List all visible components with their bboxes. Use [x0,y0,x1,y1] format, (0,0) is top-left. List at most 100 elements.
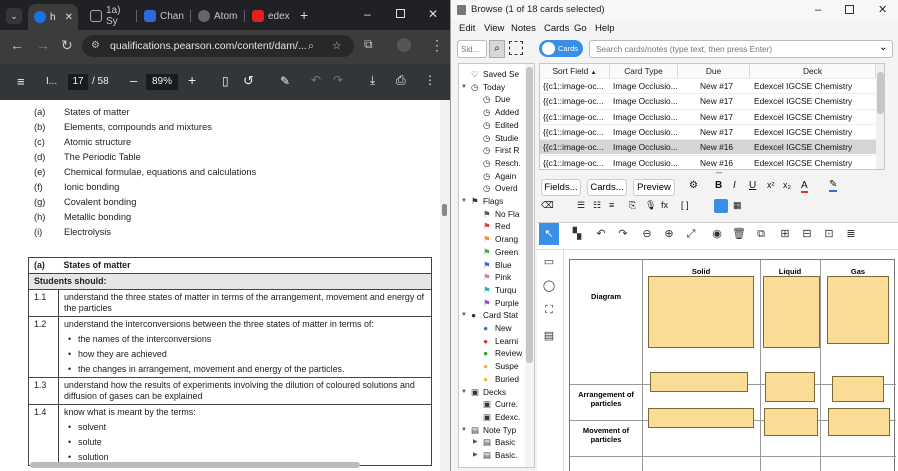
pdf-more-icon[interactable]: ⋮ [424,73,436,87]
close-window-button[interactable]: ✕ [878,0,887,20]
column-header[interactable]: Due [678,64,750,78]
underline-icon[interactable]: U [749,180,756,191]
table-row[interactable]: {{c1::image-oc... Image Occlusio... New #1… [540,108,884,124]
page-number-input[interactable]: 17 [68,74,88,90]
pdf-menu-icon[interactable]: ≡ [17,74,25,89]
sidebar-tree[interactable]: ♡ Saved Se ▼ ◷ Today ◷ Due ◷ Added ◷ Edited ◷ Studie… [458,63,535,468]
chevron-down-icon[interactable]: ▼ [461,309,467,322]
occlusion-image[interactable]: Solid Liquid Gas Diagram Arrangement of … [569,259,896,471]
tab-youtube[interactable]: edex [246,5,296,27]
menu-go[interactable]: Go [574,23,587,34]
profile-avatar[interactable] [397,38,411,52]
search-input[interactable] [589,40,893,58]
subscript-icon[interactable]: x₂ [783,180,791,190]
table-row[interactable]: {{c1::image-oc... Image Occlusio... New #1… [540,139,884,155]
occlusion-mode-icon[interactable] [714,199,728,213]
column-header[interactable]: Sort Field ▲ [540,64,610,78]
group-icon[interactable]: ⊞ [777,227,793,241]
undo-icon[interactable]: ↶ [311,73,321,87]
occlusion-mask[interactable] [648,276,754,348]
star-icon[interactable]: ☆ [332,35,341,57]
redo-icon[interactable]: ↷ [615,227,631,241]
table-row[interactable]: {{c1::image-oc... Image Occlusio... New #1… [540,123,884,139]
cursor-tool-icon[interactable]: ↖ [539,223,559,245]
site-info-icon[interactable]: ⚙ [91,35,100,57]
new-tab-button[interactable]: + [300,7,308,23]
ellipse-tool-icon[interactable]: ◯ [541,279,557,293]
ungroup-icon[interactable]: ⊟ [799,227,815,241]
chevron-right-icon[interactable]: ▶ [473,436,478,449]
occlusion-mask[interactable] [650,372,748,392]
delete-icon[interactable]: 🗑 [731,227,747,241]
occlusion-mask[interactable] [648,408,754,428]
zoom-icon[interactable]: ⌕ [308,35,314,57]
redo-icon[interactable]: ↷ [333,73,343,87]
scrollbar-thumb[interactable] [526,67,533,363]
chevron-down-icon[interactable]: ⌄ [879,42,887,53]
eraser-icon[interactable]: ⌫ [541,200,554,211]
sidebar-search-input[interactable] [457,40,487,58]
table-scrollbar[interactable] [876,64,884,169]
reload-icon[interactable]: ↻ [61,38,73,52]
table-row[interactable]: {{c1::image-oc... Image Occlusio... New #1… [540,154,884,170]
sidebar-scrollbar[interactable] [525,64,534,467]
tab-atom[interactable]: Atom [192,5,242,27]
zoom-in-icon[interactable]: ⊕ [661,227,677,241]
column-header[interactable]: Card Type [610,64,678,78]
chevron-down-icon[interactable]: ▼ [461,424,467,437]
vertical-scrollbar[interactable] [440,100,450,471]
forward-icon[interactable]: → [36,38,50,52]
zoom-out-icon[interactable]: ⊖ [639,227,655,241]
chevron-down-icon[interactable]: ▼ [461,195,467,208]
scrollbar-thumb[interactable] [877,72,884,114]
bold-icon[interactable]: B [715,180,722,191]
scrollbar-thumb[interactable] [442,204,447,216]
preview-button[interactable]: Preview [633,179,675,196]
polygon-tool-icon[interactable]: ⛶ [541,303,557,317]
menu-notes[interactable]: Notes [511,23,536,34]
table-icon[interactable]: ▦ [733,200,742,211]
menu-view[interactable]: View [484,23,504,34]
rotate-icon[interactable]: ↺ [243,73,254,89]
close-window-button[interactable]: ✕ [428,7,438,21]
occlusion-mask[interactable] [764,408,818,436]
zoom-tool-icon[interactable]: ▚ [569,227,585,241]
fields-button[interactable]: Fields... [541,179,581,196]
select-area-icon[interactable] [509,41,523,55]
browser-menu-icon[interactable]: ⋮ [430,38,444,52]
occlusion-mask[interactable] [827,276,889,344]
menu-help[interactable]: Help [595,23,615,34]
tab-syllabus[interactable]: 1a) Sy [84,5,134,27]
tab-search-button[interactable]: ⌄ [6,8,22,24]
occlusion-mask[interactable] [828,408,890,436]
italic-icon[interactable]: I [733,180,736,191]
tab-chan[interactable]: Chan [138,5,188,27]
attach-icon[interactable]: ⎘ [629,200,636,211]
gear-icon[interactable]: ⚙ [689,180,698,191]
chevron-down-icon[interactable]: ▼ [461,386,467,399]
back-icon[interactable]: ← [10,38,24,52]
highlight-icon[interactable]: ✎ [829,179,838,192]
address-input[interactable]: ⚙ qualifications.pearson.com/content/dam… [82,35,354,57]
splitter-handle[interactable]: ••• [619,171,819,177]
horizontal-scrollbar[interactable] [30,462,360,468]
superscript-icon[interactable]: x² [767,180,775,190]
numbered-list-icon[interactable]: ☷ [593,200,601,211]
eye-icon[interactable]: ◉ [709,227,725,241]
undo-icon[interactable]: ↶ [593,227,609,241]
column-header[interactable]: Deck [750,64,876,78]
menu-edit[interactable]: Edit [459,23,475,34]
chevron-down-icon[interactable]: ▼ [461,81,467,94]
text-tool-icon[interactable]: ▤ [541,329,557,343]
menu-cards[interactable]: Cards [544,23,569,34]
occlusion-mask[interactable] [765,372,815,402]
extensions-icon[interactable]: ⧉ [364,37,373,51]
print-icon[interactable]: ⎙ [396,73,406,88]
chevron-right-icon[interactable]: ▶ [473,449,478,462]
maximize-button[interactable] [845,5,854,14]
tab-pearson[interactable]: h ✕ [28,4,78,30]
minimize-button[interactable]: – [815,0,821,20]
cloze-icon[interactable]: [ ] [681,200,689,210]
minimize-button[interactable]: – [364,7,371,21]
function-icon[interactable]: fx [661,200,668,210]
